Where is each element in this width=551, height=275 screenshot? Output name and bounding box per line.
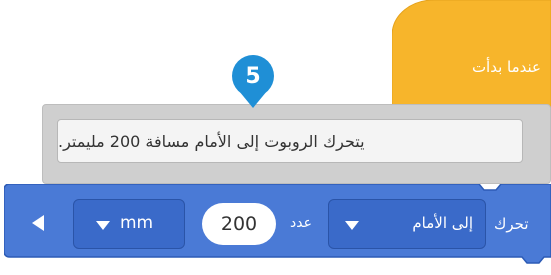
distance-input[interactable]: 200	[202, 203, 276, 245]
count-label: عدد	[290, 215, 312, 231]
direction-dropdown[interactable]: إلى الأمام	[328, 199, 486, 249]
when-started-label: عندما بدأت	[471, 58, 541, 76]
when-started-block[interactable]: عندما بدأت	[392, 0, 551, 120]
direction-value: إلى الأمام	[412, 214, 473, 232]
unit-dropdown[interactable]: mm	[73, 199, 185, 249]
move-block[interactable]: تحرك إلى الأمام عدد 200 mm	[4, 184, 551, 267]
step-number-badge: 5	[213, 53, 293, 113]
unit-value: mm	[120, 213, 154, 233]
comment-text-field[interactable]: يتحرك الروبوت إلى الأمام مسافة 200 مليمت…	[57, 119, 523, 163]
block-editor-canvas: عندما بدأت يتحرك الروبوت إلى الأمام مساف…	[0, 0, 551, 275]
comment-block[interactable]: يتحرك الروبوت إلى الأمام مسافة 200 مليمت…	[42, 104, 551, 184]
move-label: تحرك	[494, 215, 529, 233]
caret-down-icon	[345, 221, 359, 230]
caret-left-icon[interactable]	[32, 215, 44, 231]
caret-down-icon	[96, 221, 110, 230]
step-number: 5	[245, 64, 261, 89]
